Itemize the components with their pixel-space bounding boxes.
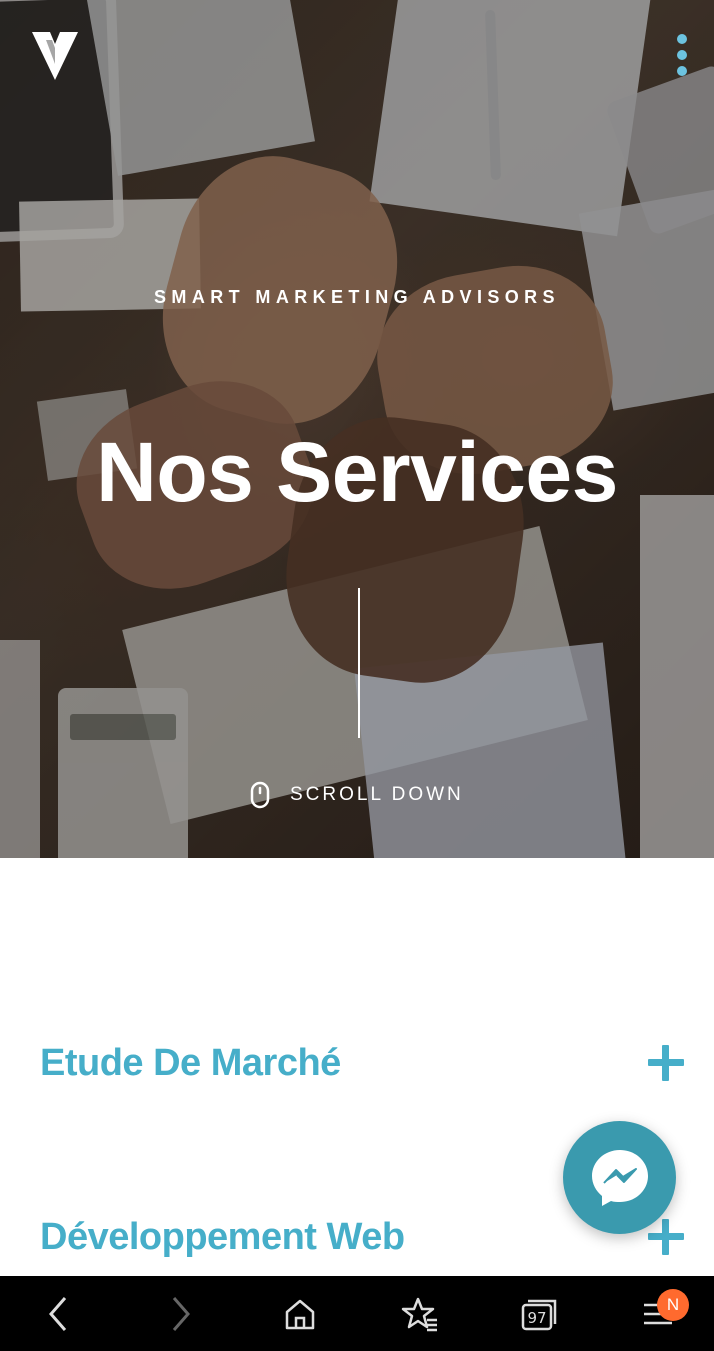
hero-section: SMART MARKETING ADVISORS Nos Services SC… bbox=[0, 0, 714, 858]
tabs-button[interactable]: 97 bbox=[499, 1276, 579, 1351]
accordion-title: Etude De Marché bbox=[40, 1041, 341, 1084]
tabs-icon: 97 bbox=[521, 1299, 557, 1330]
bookmarks-icon bbox=[401, 1297, 437, 1331]
scroll-down-link[interactable]: SCROLL DOWN bbox=[248, 780, 464, 810]
messenger-icon bbox=[591, 1149, 648, 1206]
logo-v-icon[interactable] bbox=[32, 28, 78, 82]
hero-kicker: SMART MARKETING ADVISORS bbox=[154, 287, 560, 307]
plus-icon[interactable] bbox=[648, 1219, 684, 1255]
back-button[interactable] bbox=[18, 1276, 98, 1351]
mouse-icon bbox=[250, 781, 270, 809]
accordion-title: Développement Web bbox=[40, 1215, 405, 1258]
divider-line bbox=[358, 588, 360, 738]
messenger-chat-button[interactable] bbox=[563, 1121, 676, 1234]
page-title: Nos Services bbox=[96, 425, 618, 519]
bookmarks-button[interactable] bbox=[380, 1276, 460, 1351]
home-button[interactable] bbox=[260, 1276, 340, 1351]
back-icon bbox=[49, 1296, 67, 1331]
forward-button[interactable] bbox=[141, 1276, 221, 1351]
home-icon bbox=[285, 1299, 315, 1329]
forward-icon bbox=[172, 1296, 190, 1331]
notification-badge: N bbox=[657, 1289, 689, 1321]
scroll-down-label: SCROLL DOWN bbox=[290, 784, 464, 805]
plus-icon[interactable] bbox=[648, 1045, 684, 1081]
accordion-item-etude-de-marche[interactable]: Etude De Marché bbox=[40, 1033, 684, 1093]
menu-dots-icon[interactable] bbox=[672, 34, 692, 76]
browser-bottom-bar: 97 bbox=[0, 1276, 714, 1351]
tab-count: 97 bbox=[527, 1309, 546, 1327]
